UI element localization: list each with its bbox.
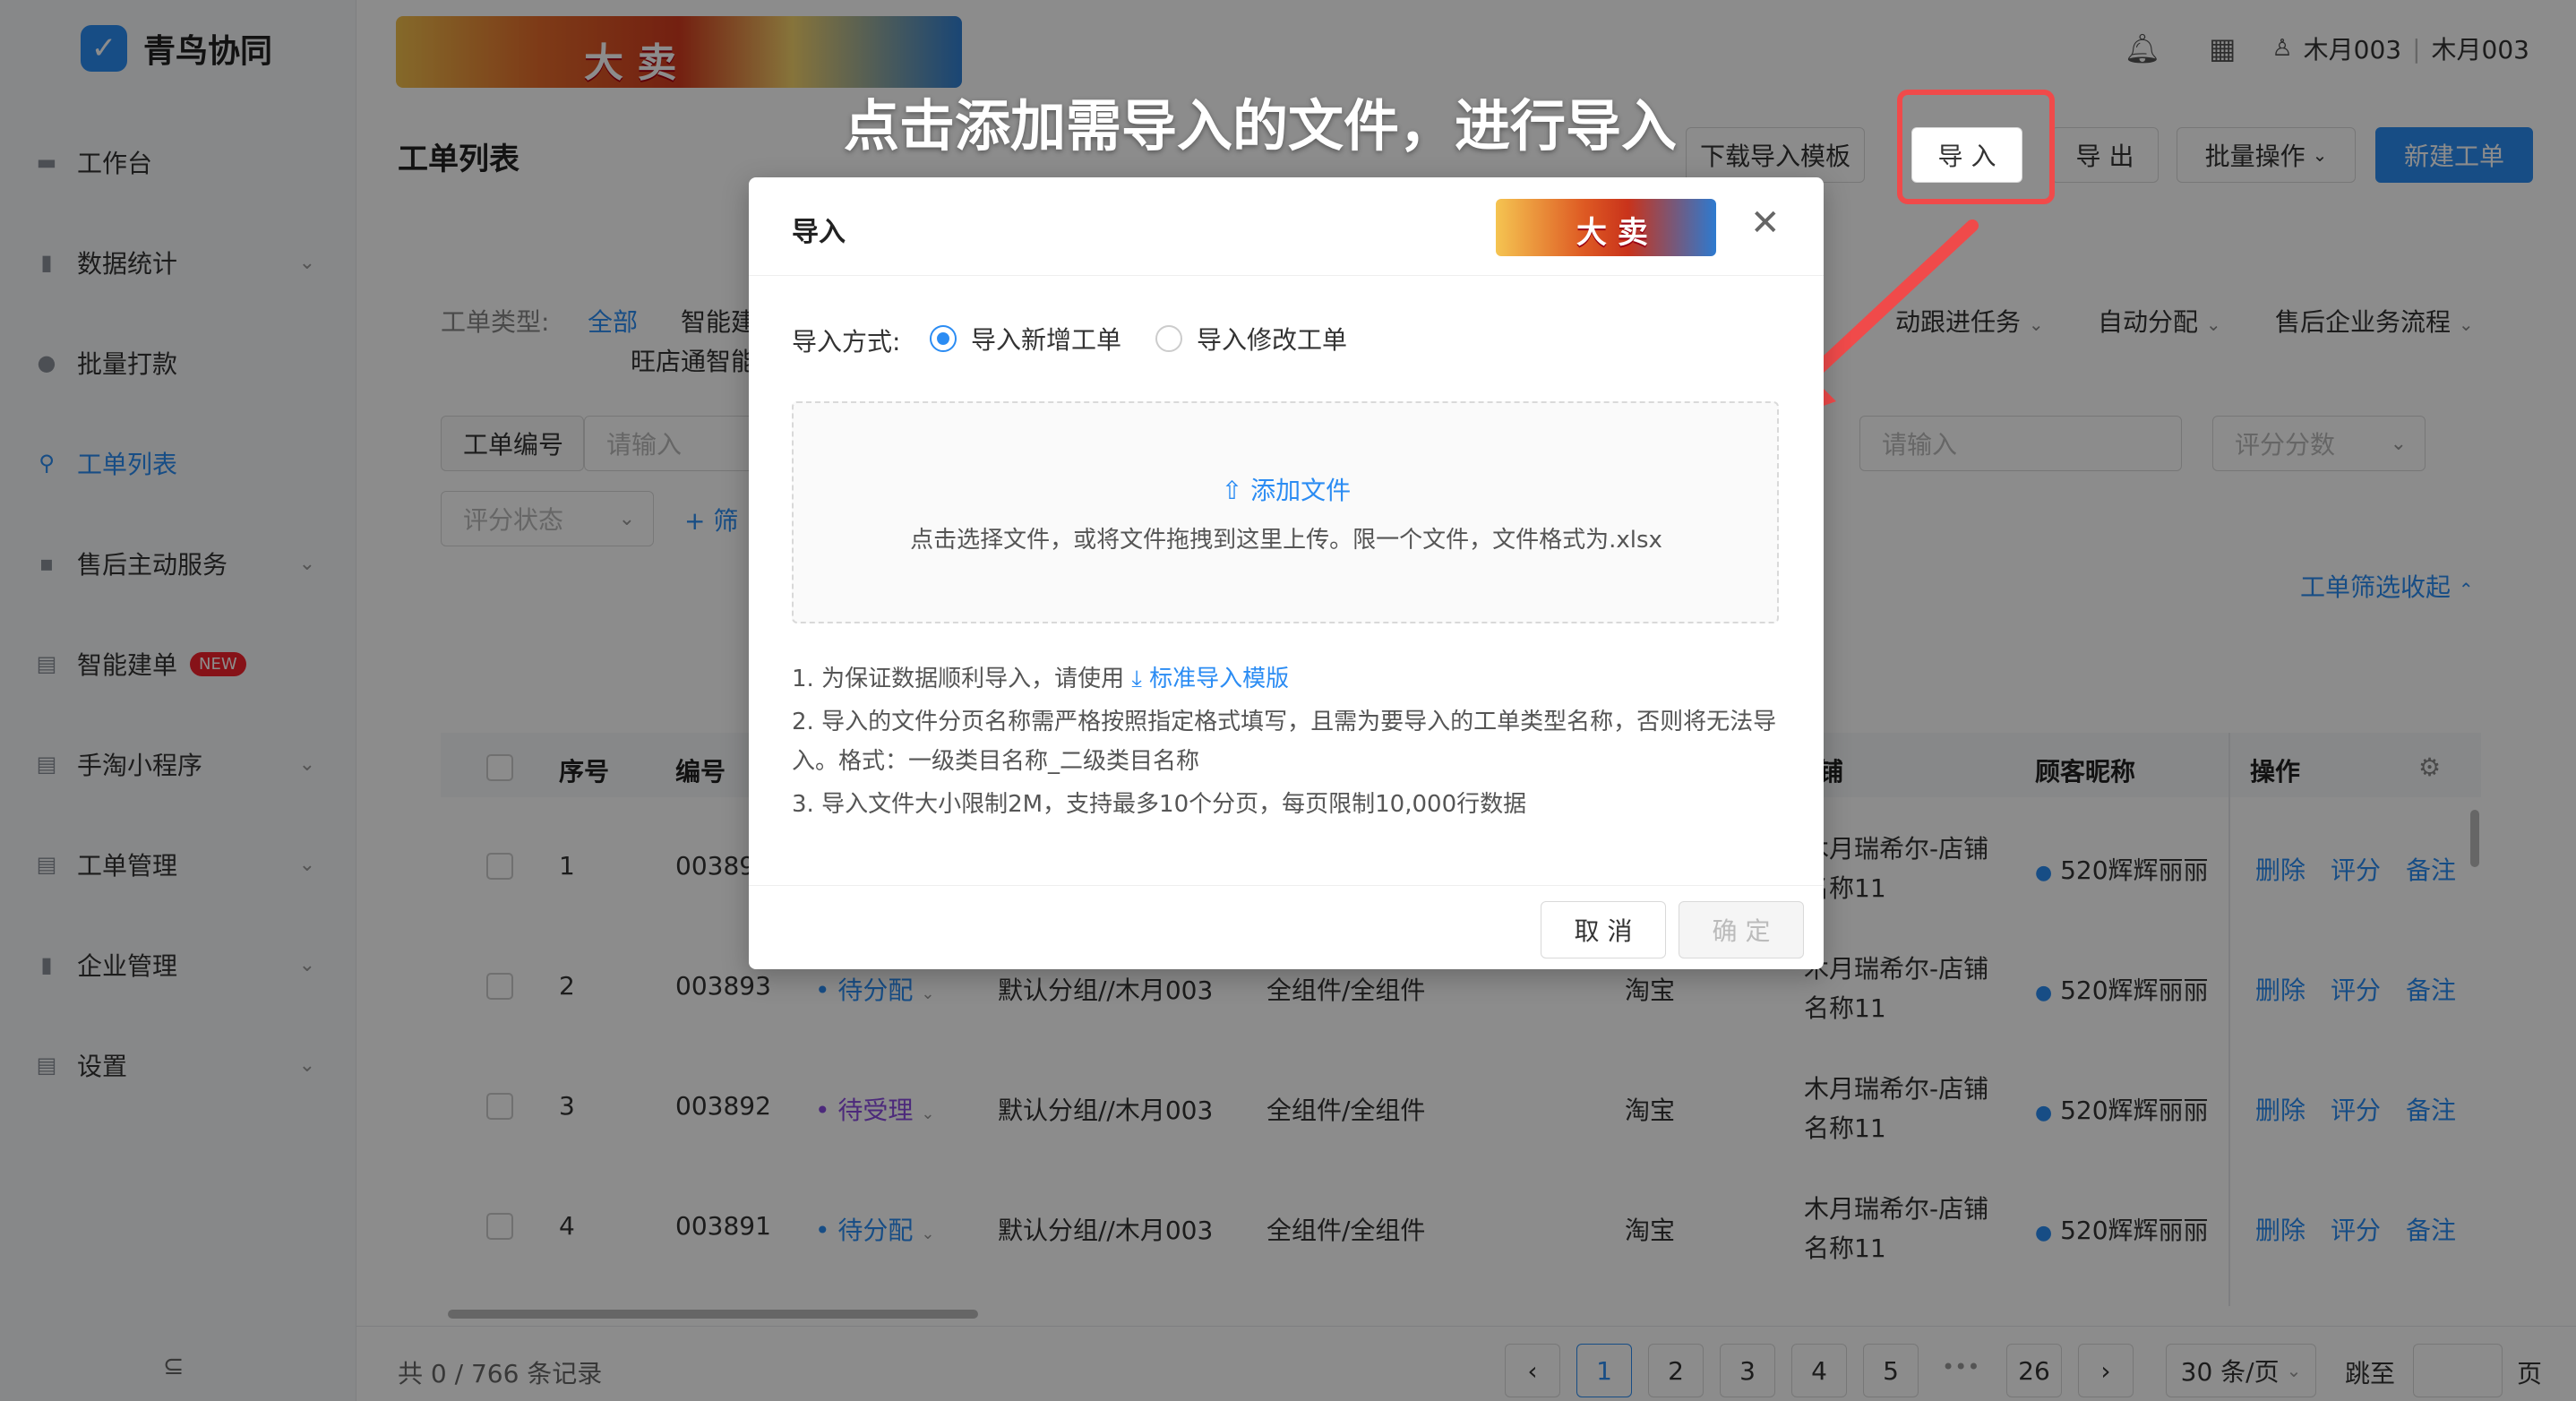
template-link-label: 标准导入模版 [1149, 666, 1290, 692]
confirm-button[interactable]: 确 定 [1679, 901, 1804, 958]
import-highlight-box [1897, 90, 2055, 204]
add-file-label: 添加文件 [1250, 476, 1352, 505]
radio-modify-tickets[interactable]: 导入修改工单 [1155, 321, 1347, 357]
radio-modify-label: 导入修改工单 [1197, 325, 1348, 355]
dialog-title: 导入 [792, 217, 846, 248]
radio-new-tickets[interactable]: 导入新增工单 [930, 321, 1121, 357]
dialog-promo-banner[interactable]: 大 卖 [1496, 199, 1716, 256]
radio-new-label: 导入新增工单 [971, 325, 1122, 355]
radio-selected-icon [930, 325, 957, 352]
add-file-button[interactable]: ⇧ 添加文件 [794, 471, 1779, 507]
import-dialog: 导入 大 卖 ✕ 导入方式: 导入新增工单 导入修改工单 ⇧ 添加文件 点击选择… [749, 177, 1824, 969]
close-icon[interactable]: ✕ [1750, 202, 1781, 244]
template-link[interactable]: ⤓ 标准导入模版 [1131, 666, 1289, 692]
dialog-header: 导入 大 卖 ✕ [749, 177, 1824, 276]
download-icon: ⤓ [1131, 666, 1142, 692]
dropzone-hint: 点击选择文件，或将文件拖拽到这里上传。限一个文件，文件格式为.xlsx [910, 527, 1662, 554]
dialog-banner-text: 大 卖 [1576, 215, 1648, 251]
import-method-label: 导入方式: [792, 327, 901, 357]
upload-icon: ⇧ [1221, 476, 1243, 505]
cancel-button[interactable]: 取 消 [1541, 901, 1666, 958]
note-1-text: 1. 为保证数据顺利导入，请使用 [792, 666, 1125, 692]
instruction-annotation: 点击添加需导入的文件，进行导入 [844, 93, 1678, 159]
radio-unselected-icon [1155, 325, 1182, 352]
note-2: 2. 导入的文件分页名称需严格按照指定格式填写，且需为要导入的工单类型名称，否则… [792, 709, 1777, 775]
note-1: 1. 为保证数据顺利导入，请使用 ⤓ 标准导入模版 [792, 659, 1786, 699]
note-3: 3. 导入文件大小限制2M，支持最多10个分页，每页限制10,000行数据 [792, 791, 1527, 818]
file-dropzone[interactable]: ⇧ 添加文件 点击选择文件，或将文件拖拽到这里上传。限一个文件，文件格式为.xl… [792, 401, 1779, 623]
